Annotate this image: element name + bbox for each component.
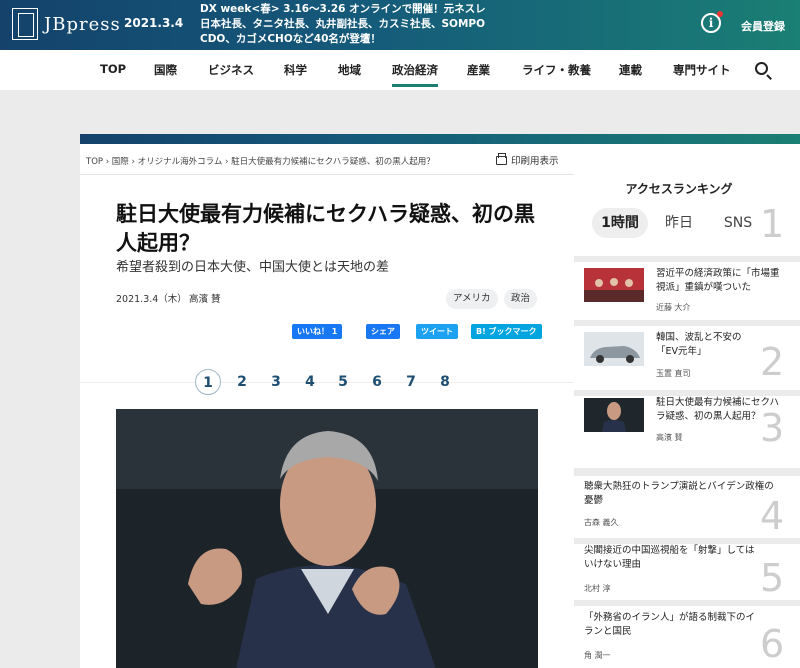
ranking-thumbnail [584, 268, 644, 302]
page-link-8[interactable]: 8 [432, 369, 458, 395]
article-date: 2021.3.4（木） [116, 294, 187, 305]
nav-item-life-culture[interactable]: ライフ・教養 [522, 62, 591, 78]
access-ranking: アクセスランキング 1時間 昨日 SNS 1 習近平の経済政策に「市場重視派」重… [574, 144, 800, 668]
ranking-item-author: 北村 淳 [584, 584, 611, 593]
ranking-item-author: 古森 義久 [584, 518, 619, 527]
divider [80, 174, 574, 175]
main-nav: TOP 国際 ビジネス 科学 地域 政治経済 産業 ライフ・教養 連載 専門サイ… [0, 50, 800, 90]
rank-number-3: 3 [760, 406, 785, 450]
header-date: 2021.3.4 [124, 16, 184, 30]
ranking-item-author: 近藤 大介 [656, 303, 691, 312]
nav-item-politics-economy[interactable]: 政治経済 [392, 62, 438, 87]
nav-item-international[interactable]: 国際 [154, 62, 177, 78]
pagination-rule [80, 382, 574, 383]
ranking-item[interactable]: 尖閣接近の中国巡視船を「射撃」してはいけない理由 北村 淳 5 [574, 544, 800, 600]
article-panel: TOP › 国際 › オリジナル海外コラム › 駐日大使最有力候補にセクハラ疑惑… [80, 144, 574, 668]
ranking-thumbnail [584, 332, 644, 366]
ranking-item-author: 角 潤一 [584, 651, 611, 660]
nav-item-science[interactable]: 科学 [284, 62, 307, 78]
print-button[interactable]: 印刷用表示 [496, 152, 559, 167]
breadcrumb[interactable]: TOP › 国際 › オリジナル海外コラム › 駐日大使最有力候補にセクハラ疑惑… [86, 155, 435, 167]
tab-yesterday[interactable]: 昨日 [651, 208, 707, 238]
facebook-like-button[interactable]: いいね！ 1 [292, 324, 343, 339]
ranking-item-title: 聴衆大熱狂のトランプ演説とバイデン政権の憂鬱 [584, 481, 774, 506]
ranking-item[interactable]: 「外務省のイラン人」が語る制裁下のイランと国民 角 潤一 6 [574, 606, 800, 668]
tab-sns[interactable]: SNS [710, 208, 766, 238]
ranking-item-title: 韓国、波乱と不安の「EV元年」 [656, 332, 742, 357]
accent-stripe [80, 134, 800, 144]
nav-item-business[interactable]: ビジネス [208, 62, 254, 78]
rank-number-5: 5 [760, 556, 785, 600]
rank-number-4: 4 [760, 494, 785, 538]
page-link-3[interactable]: 3 [263, 369, 289, 395]
article-photo [116, 409, 538, 668]
article-subtitle: 希望者殺到の日本大使、中国大使とは天地の差 [116, 260, 390, 275]
site-logo[interactable]: JBpress [12, 8, 121, 40]
tweet-button[interactable]: ツイート [416, 324, 458, 339]
rank-gap [574, 468, 800, 476]
ranking-item[interactable]: 聴衆大熱狂のトランプ演説とバイデン政権の憂鬱 古森 義久 4 [574, 476, 800, 538]
facebook-share-button[interactable]: シェア [366, 324, 400, 339]
ranking-tabs: 1時間 昨日 SNS [592, 208, 769, 238]
header-ticker-link[interactable]: DX week<春> 3.16〜3.26 オンラインで開催！元ネスレ日本社長、タ… [200, 2, 490, 47]
ranking-item-author: 玉置 直司 [656, 369, 691, 378]
nav-item-region[interactable]: 地域 [338, 62, 361, 78]
facebook-like-label: いいね！ 1 [297, 327, 338, 336]
article-title: 駐日大使最有力候補にセクハラ疑惑、初の黒人起用？ [116, 202, 535, 255]
printer-icon [496, 152, 507, 165]
rank-number-1: 1 [760, 202, 785, 246]
rank-number-2: 2 [760, 340, 785, 384]
ranking-item[interactable]: 韓国、波乱と不安の「EV元年」 玉置 直司 2 [574, 326, 800, 390]
ranking-thumbnail [584, 398, 644, 432]
page-link-2[interactable]: 2 [229, 369, 255, 395]
logo-mark-icon [12, 8, 38, 40]
nav-item-industry[interactable]: 産業 [467, 62, 490, 78]
logo-text: JBpress [44, 13, 121, 35]
ranking-item[interactable]: 駐日大使最有力候補にセクハラ疑惑、初の黒人起用？ 高濱 賛 3 [574, 396, 800, 468]
nav-item-top[interactable]: TOP [100, 62, 126, 76]
tab-1hour[interactable]: 1時間 [592, 208, 648, 238]
rank-number-6: 6 [760, 622, 785, 666]
page-link-6[interactable]: 6 [364, 369, 390, 395]
article-photo-figure [116, 409, 538, 668]
nav-item-series[interactable]: 連載 [619, 62, 642, 78]
ranking-item[interactable]: 習近平の経済政策に「市場重視派」重鎮が嘆ついた 近藤 大介 [574, 262, 800, 320]
notification-dot [717, 11, 723, 17]
top-header: JBpress 2021.3.4 DX week<春> 3.16〜3.26 オン… [0, 0, 800, 50]
search-icon[interactable] [755, 62, 768, 75]
tag-america[interactable]: アメリカ [446, 289, 498, 309]
ranking-title: アクセスランキング [625, 182, 733, 196]
page-link-7[interactable]: 7 [398, 369, 424, 395]
member-register-link[interactable]: 会員登録 [741, 18, 785, 34]
page-link-5[interactable]: 5 [330, 369, 356, 395]
ranking-item-title: 「外務省のイラン人」が語る制裁下のイランと国民 [584, 612, 756, 637]
page-link-1[interactable]: 1 [195, 369, 221, 395]
article-author-link[interactable]: 高濱 賛 [189, 291, 221, 305]
tag-politics[interactable]: 政治 [504, 289, 538, 309]
nav-item-special-sites[interactable]: 専門サイト [673, 62, 731, 78]
ranking-item-title: 尖閣接近の中国巡視船を「射撃」してはいけない理由 [584, 545, 755, 570]
hatena-bookmark-button[interactable]: B! ブックマーク [471, 324, 542, 339]
ranking-item-author: 高濱 賛 [656, 433, 683, 442]
ranking-item-title: 習近平の経済政策に「市場重視派」重鎮が嘆ついた [656, 268, 780, 293]
page-link-4[interactable]: 4 [297, 369, 323, 395]
info-icon[interactable]: i [701, 11, 723, 33]
print-label: 印刷用表示 [511, 156, 559, 167]
